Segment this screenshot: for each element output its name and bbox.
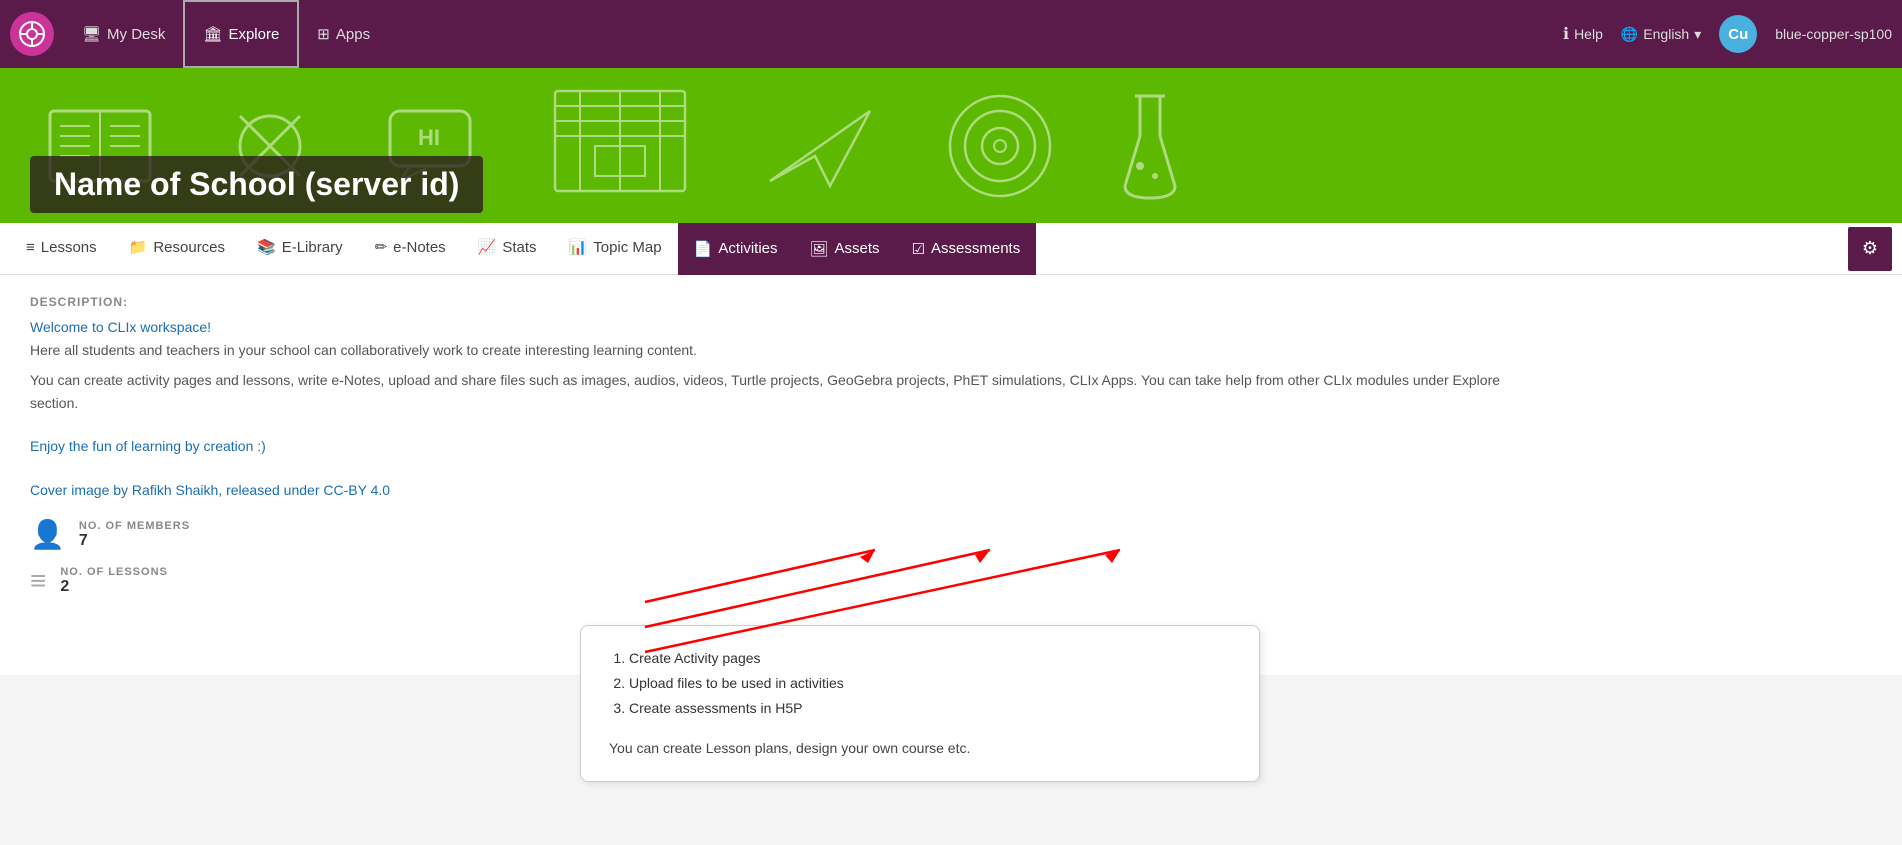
callout-box: Create Activity pages Upload files to be… xyxy=(580,625,1260,782)
description-label: DESCRIPTION: xyxy=(30,295,1872,309)
assets-icon: 🖼 xyxy=(810,240,829,258)
chevron-down-icon: ▾ xyxy=(1694,26,1701,43)
welcome-text: Welcome to CLIx workspace! xyxy=(30,319,1872,335)
my-desk-label: My Desk xyxy=(107,26,165,43)
lessons-stat-icon: ≡ xyxy=(30,565,46,597)
stats-section: 👤 NO. OF MEMBERS 7 ≡ NO. OF LESSONS 2 xyxy=(30,518,1872,597)
cover-text: Cover image by Rafikh Shaikh, released u… xyxy=(30,482,1872,498)
members-icon: 👤 xyxy=(30,518,65,551)
resources-label: Resources xyxy=(153,239,225,256)
tab-topicmap[interactable]: 📊 Topic Map xyxy=(553,223,678,275)
content-tabs: ≡ Lessons 📁 Resources 📚 E-Library ✏ e-No… xyxy=(0,223,1902,275)
lessons-value: 2 xyxy=(60,578,168,596)
assets-label: Assets xyxy=(835,240,880,257)
main-content: DESCRIPTION: Welcome to CLIx workspace! … xyxy=(0,275,1902,675)
activities-icon: 📄 xyxy=(694,240,713,258)
edit-icon: ✏ xyxy=(375,238,388,256)
tab-lessons[interactable]: ≡ Lessons xyxy=(10,223,113,275)
members-label: NO. OF MEMBERS xyxy=(79,520,190,532)
tab-enotes[interactable]: ✏ e-Notes xyxy=(359,223,462,275)
tab-resources[interactable]: 📁 Resources xyxy=(113,223,241,275)
topicmap-icon: 📊 xyxy=(569,238,588,256)
description-line2: Here all students and teachers in your s… xyxy=(30,339,1530,361)
apps-button[interactable]: ⊞ Apps xyxy=(299,0,388,68)
chart-icon: 📈 xyxy=(478,238,497,256)
elibrary-label: E-Library xyxy=(282,239,343,256)
language-label: English xyxy=(1643,26,1689,42)
enjoy-text: Enjoy the fun of learning by creation :) xyxy=(30,438,1872,454)
tab-stats[interactable]: 📈 Stats xyxy=(462,223,553,275)
top-right-controls: ℹ Help 🌐 English ▾ Cu blue-copper-sp100 xyxy=(1563,15,1892,53)
explore-icon: 🏛 xyxy=(203,25,222,43)
assessments-icon: ☑ xyxy=(912,240,925,258)
school-banner: HI xyxy=(0,68,1902,223)
desk-icon: 🖥 xyxy=(82,25,101,43)
tab-assets[interactable]: 🖼 Assets xyxy=(794,223,896,275)
explore-button[interactable]: 🏛 Explore xyxy=(183,0,299,68)
lessons-label: NO. OF LESSONS xyxy=(60,566,168,578)
folder-icon: 📁 xyxy=(129,238,148,256)
book-icon: 📚 xyxy=(257,238,276,256)
enotes-label: e-Notes xyxy=(393,239,446,256)
description-line3: You can create activity pages and lesson… xyxy=(30,369,1530,414)
lessons-stat: ≡ NO. OF LESSONS 2 xyxy=(30,565,1872,597)
gear-icon: ⚙ xyxy=(1862,238,1878,259)
assessments-label: Assessments xyxy=(931,240,1020,257)
callout-item-2: Upload files to be used in activities xyxy=(629,671,1231,696)
avatar: Cu xyxy=(1719,15,1757,53)
help-button[interactable]: ℹ Help xyxy=(1563,24,1603,44)
language-button[interactable]: 🌐 English ▾ xyxy=(1621,26,1701,43)
tab-assessments[interactable]: ☑ Assessments xyxy=(896,223,1037,275)
members-stat: 👤 NO. OF MEMBERS 7 xyxy=(30,518,1872,551)
callout-item-1: Create Activity pages xyxy=(629,646,1231,671)
apps-label: Apps xyxy=(336,26,370,43)
tab-elibrary[interactable]: 📚 E-Library xyxy=(241,223,359,275)
stats-label: Stats xyxy=(502,239,536,256)
apps-icon: ⊞ xyxy=(317,25,330,43)
app-logo[interactable] xyxy=(10,12,54,56)
tab-activities[interactable]: 📄 Activities xyxy=(678,223,794,275)
globe-icon: 🌐 xyxy=(1621,26,1638,43)
username: blue-copper-sp100 xyxy=(1775,26,1892,42)
explore-label: Explore xyxy=(228,26,279,43)
my-desk-button[interactable]: 🖥 My Desk xyxy=(64,0,183,68)
svg-text:HI: HI xyxy=(418,125,440,150)
top-navigation: 🖥 My Desk 🏛 Explore ⊞ Apps ℹ Help 🌐 Engl… xyxy=(0,0,1902,68)
callout-item-3: Create assessments in H5P xyxy=(629,696,1231,721)
school-title: Name of School (server id) xyxy=(30,156,483,213)
lessons-label: Lessons xyxy=(41,239,97,256)
list-icon: ≡ xyxy=(26,239,35,256)
info-icon: ℹ xyxy=(1563,24,1569,44)
settings-button[interactable]: ⚙ xyxy=(1848,227,1892,271)
activities-label: Activities xyxy=(718,240,777,257)
topicmap-label: Topic Map xyxy=(593,239,661,256)
members-value: 7 xyxy=(79,532,190,550)
callout-footer: You can create Lesson plans, design your… xyxy=(609,736,1231,761)
help-label: Help xyxy=(1574,26,1603,42)
